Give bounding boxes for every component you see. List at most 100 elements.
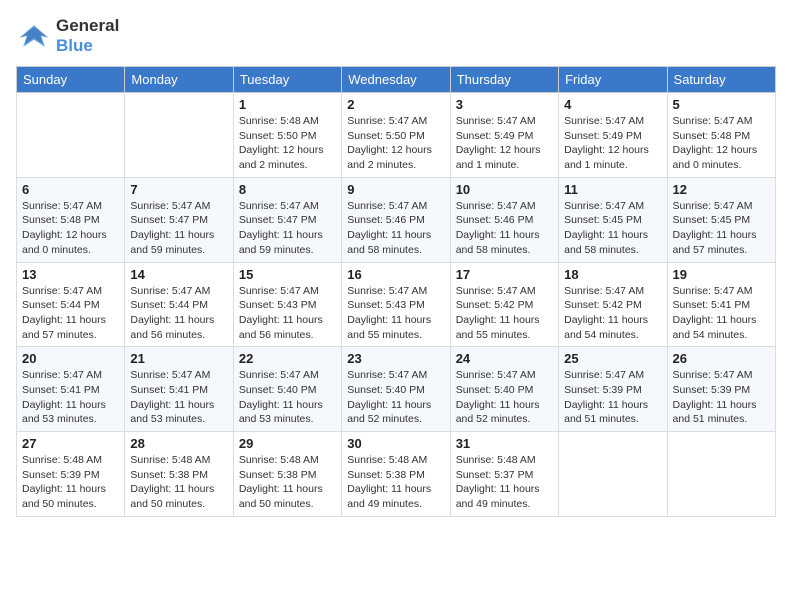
day-info: Sunrise: 5:47 AM Sunset: 5:50 PM Dayligh… <box>347 114 444 173</box>
day-number: 9 <box>347 182 444 197</box>
calendar-cell: 11 Sunrise: 5:47 AM Sunset: 5:45 PM Dayli… <box>559 177 667 262</box>
calendar-cell: 26 Sunrise: 5:47 AM Sunset: 5:39 PM Dayli… <box>667 347 775 432</box>
day-number: 17 <box>456 267 553 282</box>
calendar-cell: 22 Sunrise: 5:47 AM Sunset: 5:40 PM Dayli… <box>233 347 341 432</box>
calendar-cell: 29 Sunrise: 5:48 AM Sunset: 5:38 PM Dayli… <box>233 432 341 517</box>
calendar-cell: 18 Sunrise: 5:47 AM Sunset: 5:42 PM Dayli… <box>559 262 667 347</box>
day-number: 24 <box>456 351 553 366</box>
calendar-cell: 20 Sunrise: 5:47 AM Sunset: 5:41 PM Dayli… <box>17 347 125 432</box>
day-info: Sunrise: 5:47 AM Sunset: 5:42 PM Dayligh… <box>564 284 661 343</box>
page-header: General Blue <box>16 16 776 56</box>
calendar-cell: 5 Sunrise: 5:47 AM Sunset: 5:48 PM Daylig… <box>667 93 775 178</box>
day-info: Sunrise: 5:47 AM Sunset: 5:43 PM Dayligh… <box>239 284 336 343</box>
calendar-cell <box>667 432 775 517</box>
calendar-cell: 21Sunrise: 5:47 AM Sunset: 5:41 PM Dayli… <box>125 347 233 432</box>
calendar-cell: 9 Sunrise: 5:47 AM Sunset: 5:46 PM Daylig… <box>342 177 450 262</box>
day-info: Sunrise: 5:47 AM Sunset: 5:48 PM Dayligh… <box>22 199 119 258</box>
day-info: Sunrise: 5:48 AM Sunset: 5:50 PM Dayligh… <box>239 114 336 173</box>
day-info: Sunrise: 5:48 AM Sunset: 5:38 PM Dayligh… <box>130 453 227 512</box>
day-info: Sunrise: 5:47 AM Sunset: 5:44 PM Dayligh… <box>130 284 227 343</box>
calendar-cell: 13 Sunrise: 5:47 AM Sunset: 5:44 PM Dayli… <box>17 262 125 347</box>
day-number: 29 <box>239 436 336 451</box>
day-number: 26 <box>673 351 770 366</box>
day-number: 3 <box>456 97 553 112</box>
calendar-cell <box>17 93 125 178</box>
logo-text: General Blue <box>56 16 119 56</box>
day-info: Sunrise: 5:48 AM Sunset: 5:38 PM Dayligh… <box>239 453 336 512</box>
day-number: 21 <box>130 351 227 366</box>
weekday-header-wednesday: Wednesday <box>342 67 450 93</box>
day-info: Sunrise: 5:47 AM Sunset: 5:45 PM Dayligh… <box>673 199 770 258</box>
calendar-cell: 16 Sunrise: 5:47 AM Sunset: 5:43 PM Dayli… <box>342 262 450 347</box>
day-number: 31 <box>456 436 553 451</box>
weekday-header-tuesday: Tuesday <box>233 67 341 93</box>
calendar-cell: 27 Sunrise: 5:48 AM Sunset: 5:39 PM Dayli… <box>17 432 125 517</box>
weekday-header-thursday: Thursday <box>450 67 558 93</box>
calendar-cell: 7 Sunrise: 5:47 AM Sunset: 5:47 PM Daylig… <box>125 177 233 262</box>
day-number: 23 <box>347 351 444 366</box>
day-info: Sunrise: 5:47 AM Sunset: 5:41 PM Dayligh… <box>673 284 770 343</box>
day-info: Sunrise: 5:47 AM Sunset: 5:39 PM Dayligh… <box>564 368 661 427</box>
day-info: Sunrise: 5:47 AM Sunset: 5:39 PM Dayligh… <box>673 368 770 427</box>
day-number: 6 <box>22 182 119 197</box>
calendar-cell: 2 Sunrise: 5:47 AM Sunset: 5:50 PM Daylig… <box>342 93 450 178</box>
calendar-cell <box>125 93 233 178</box>
day-number: 14 <box>130 267 227 282</box>
day-info: Sunrise: 5:48 AM Sunset: 5:38 PM Dayligh… <box>347 453 444 512</box>
calendar-cell: 19 Sunrise: 5:47 AM Sunset: 5:41 PM Dayli… <box>667 262 775 347</box>
calendar-cell: 31 Sunrise: 5:48 AM Sunset: 5:37 PM Dayli… <box>450 432 558 517</box>
day-info: Sunrise: 5:47 AM Sunset: 5:40 PM Dayligh… <box>347 368 444 427</box>
day-number: 27 <box>22 436 119 451</box>
day-info: Sunrise: 5:47 AM Sunset: 5:41 PM Dayligh… <box>22 368 119 427</box>
weekday-header-friday: Friday <box>559 67 667 93</box>
day-info: Sunrise: 5:47 AM Sunset: 5:49 PM Dayligh… <box>456 114 553 173</box>
day-info: Sunrise: 5:48 AM Sunset: 5:39 PM Dayligh… <box>22 453 119 512</box>
day-info: Sunrise: 5:47 AM Sunset: 5:47 PM Dayligh… <box>130 199 227 258</box>
day-number: 20 <box>22 351 119 366</box>
calendar-cell: 8 Sunrise: 5:47 AM Sunset: 5:47 PM Daylig… <box>233 177 341 262</box>
calendar-table: SundayMondayTuesdayWednesdayThursdayFrid… <box>16 66 776 517</box>
calendar-cell: 6 Sunrise: 5:47 AM Sunset: 5:48 PM Daylig… <box>17 177 125 262</box>
day-info: Sunrise: 5:47 AM Sunset: 5:46 PM Dayligh… <box>347 199 444 258</box>
day-number: 11 <box>564 182 661 197</box>
day-number: 18 <box>564 267 661 282</box>
day-info: Sunrise: 5:47 AM Sunset: 5:40 PM Dayligh… <box>239 368 336 427</box>
day-number: 1 <box>239 97 336 112</box>
day-info: Sunrise: 5:48 AM Sunset: 5:37 PM Dayligh… <box>456 453 553 512</box>
weekday-header-sunday: Sunday <box>17 67 125 93</box>
day-number: 5 <box>673 97 770 112</box>
day-number: 8 <box>239 182 336 197</box>
day-number: 13 <box>22 267 119 282</box>
day-info: Sunrise: 5:47 AM Sunset: 5:42 PM Dayligh… <box>456 284 553 343</box>
day-number: 10 <box>456 182 553 197</box>
calendar-cell: 23 Sunrise: 5:47 AM Sunset: 5:40 PM Dayli… <box>342 347 450 432</box>
logo-icon <box>16 18 52 54</box>
calendar-cell: 12Sunrise: 5:47 AM Sunset: 5:45 PM Dayli… <box>667 177 775 262</box>
day-number: 22 <box>239 351 336 366</box>
day-info: Sunrise: 5:47 AM Sunset: 5:46 PM Dayligh… <box>456 199 553 258</box>
logo: General Blue <box>16 16 119 56</box>
day-number: 15 <box>239 267 336 282</box>
day-info: Sunrise: 5:47 AM Sunset: 5:44 PM Dayligh… <box>22 284 119 343</box>
day-info: Sunrise: 5:47 AM Sunset: 5:40 PM Dayligh… <box>456 368 553 427</box>
day-number: 4 <box>564 97 661 112</box>
day-info: Sunrise: 5:47 AM Sunset: 5:43 PM Dayligh… <box>347 284 444 343</box>
day-number: 28 <box>130 436 227 451</box>
calendar-cell: 28 Sunrise: 5:48 AM Sunset: 5:38 PM Dayli… <box>125 432 233 517</box>
calendar-cell: 15 Sunrise: 5:47 AM Sunset: 5:43 PM Dayli… <box>233 262 341 347</box>
day-info: Sunrise: 5:47 AM Sunset: 5:45 PM Dayligh… <box>564 199 661 258</box>
calendar-cell: 10 Sunrise: 5:47 AM Sunset: 5:46 PM Dayli… <box>450 177 558 262</box>
day-number: 25 <box>564 351 661 366</box>
day-number: 7 <box>130 182 227 197</box>
day-number: 30 <box>347 436 444 451</box>
calendar-cell: 14 Sunrise: 5:47 AM Sunset: 5:44 PM Dayli… <box>125 262 233 347</box>
day-number: 19 <box>673 267 770 282</box>
day-number: 16 <box>347 267 444 282</box>
day-number: 2 <box>347 97 444 112</box>
day-info: Sunrise: 5:47 AM Sunset: 5:48 PM Dayligh… <box>673 114 770 173</box>
day-info: Sunrise: 5:47 AM Sunset: 5:47 PM Dayligh… <box>239 199 336 258</box>
calendar-cell: 4Sunrise: 5:47 AM Sunset: 5:49 PM Daylig… <box>559 93 667 178</box>
calendar-cell: 24 Sunrise: 5:47 AM Sunset: 5:40 PM Dayli… <box>450 347 558 432</box>
calendar-cell: 1 Sunrise: 5:48 AM Sunset: 5:50 PM Daylig… <box>233 93 341 178</box>
calendar-cell: 30 Sunrise: 5:48 AM Sunset: 5:38 PM Dayli… <box>342 432 450 517</box>
